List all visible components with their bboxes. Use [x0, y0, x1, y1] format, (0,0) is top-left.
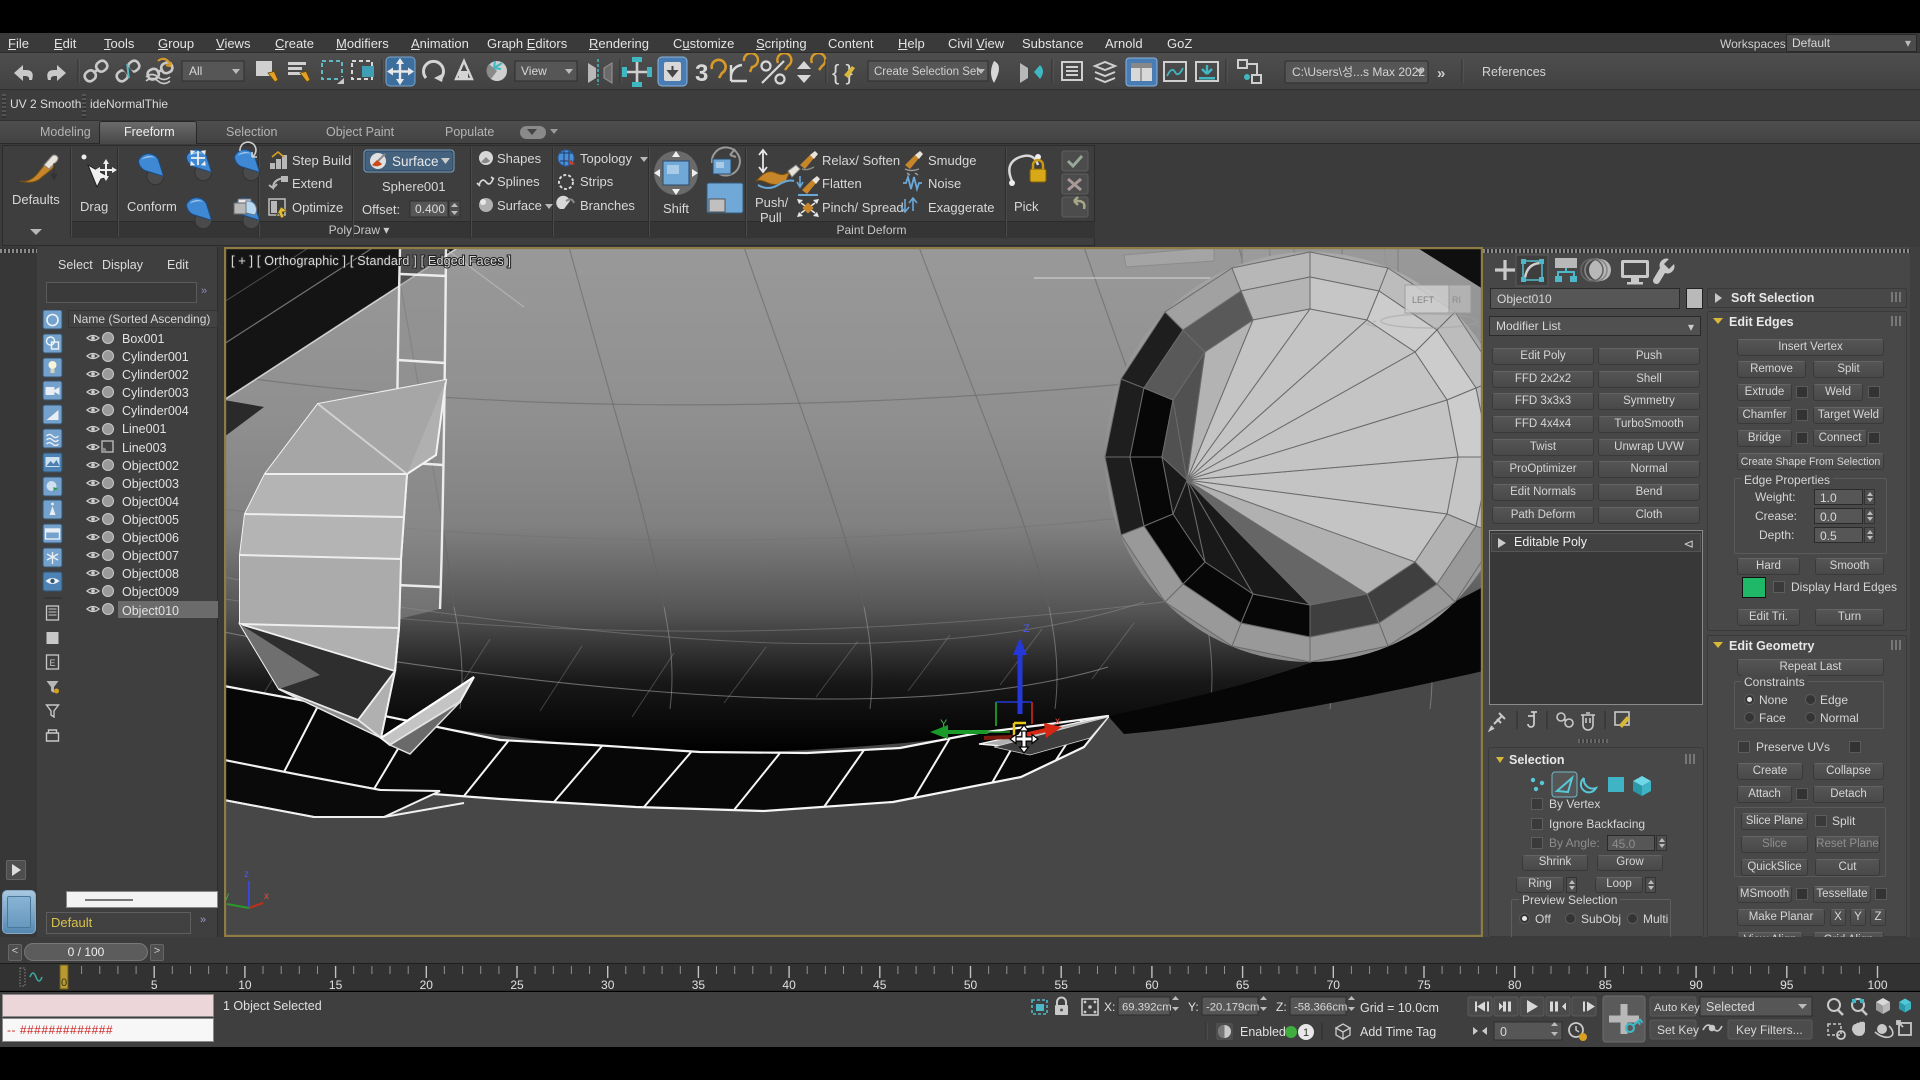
svg-text:E: E — [50, 658, 56, 668]
svg-text:Cylinder002: Cylinder002 — [122, 368, 189, 382]
svg-text:Z: Z — [1023, 623, 1030, 635]
svg-text:z: z — [244, 869, 249, 880]
svg-text:Line003: Line003 — [122, 441, 167, 455]
svg-text:Drag: Drag — [80, 199, 108, 214]
svg-text:Box001: Box001 — [122, 332, 164, 346]
svg-text:Defaults: Defaults — [12, 192, 60, 207]
svg-text:Object002: Object002 — [122, 459, 179, 473]
svg-text:10: 10 — [238, 978, 252, 992]
svg-text:Add Time Tag: Add Time Tag — [1360, 1025, 1436, 1039]
svg-text:Y:: Y: — [1188, 1000, 1199, 1014]
svg-text:0.400: 0.400 — [415, 202, 445, 216]
svg-text:Object006: Object006 — [122, 531, 179, 545]
svg-text:Topology: Topology — [580, 151, 633, 166]
svg-text:Push/: Push/ — [755, 195, 789, 210]
svg-text:Line001: Line001 — [122, 422, 167, 436]
svg-text:100: 100 — [1867, 978, 1887, 992]
svg-text:Exaggerate: Exaggerate — [928, 200, 995, 215]
svg-text:-20.179cm: -20.179cm — [1206, 1002, 1259, 1014]
svg-text:30: 30 — [601, 978, 615, 992]
svg-text:Object005: Object005 — [122, 513, 179, 527]
svg-text:»: » — [1437, 65, 1445, 82]
svg-text:75: 75 — [1417, 978, 1431, 992]
svg-text:Pull: Pull — [760, 210, 782, 225]
svg-text:Extend: Extend — [292, 176, 332, 191]
svg-text:80: 80 — [1508, 978, 1522, 992]
svg-text:References: References — [1482, 65, 1546, 79]
svg-text:Strips: Strips — [580, 174, 614, 189]
svg-text:Auto Key: Auto Key — [1654, 1002, 1700, 1014]
svg-text:0: 0 — [1500, 1025, 1507, 1039]
svg-text:55: 55 — [1055, 978, 1069, 992]
svg-text:Relax/ Soften: Relax/ Soften — [822, 153, 900, 168]
svg-text:Selected: Selected — [1706, 1000, 1755, 1014]
svg-text:Step Build: Step Build — [292, 153, 351, 168]
svg-text:Object010: Object010 — [122, 604, 179, 618]
svg-text:-58.366cm: -58.366cm — [1294, 1002, 1347, 1014]
svg-text:X:: X: — [1104, 1000, 1115, 1014]
svg-text:Branches: Branches — [580, 198, 635, 213]
svg-text:5: 5 — [151, 978, 158, 992]
svg-text:60: 60 — [1145, 978, 1159, 992]
svg-text:69.392cm: 69.392cm — [1122, 1002, 1172, 1014]
svg-text:1: 1 — [1303, 1027, 1309, 1039]
svg-text:Shapes: Shapes — [497, 151, 542, 166]
svg-text:Surface: Surface — [497, 198, 542, 213]
svg-text:90: 90 — [1689, 978, 1703, 992]
svg-text:95: 95 — [1780, 978, 1794, 992]
svg-text:40: 40 — [782, 978, 796, 992]
svg-text:Flatten: Flatten — [822, 176, 862, 191]
svg-text:15: 15 — [329, 978, 343, 992]
svg-text:View: View — [521, 64, 547, 78]
svg-text:Shift: Shift — [663, 201, 689, 216]
svg-text:C:\Users\성...s Max 2022: C:\Users\성...s Max 2022 — [1292, 65, 1425, 79]
svg-text:LEFT: LEFT — [1412, 295, 1435, 305]
svg-text:Object004: Object004 — [122, 495, 179, 509]
svg-text:Offset:: Offset: — [362, 202, 400, 217]
svg-text:50: 50 — [964, 978, 978, 992]
svg-text:Cylinder001: Cylinder001 — [122, 350, 189, 364]
svg-text:Cylinder004: Cylinder004 — [122, 404, 189, 418]
svg-text:x: x — [1055, 716, 1060, 727]
svg-text:Surface: Surface — [392, 154, 439, 169]
svg-text:Cylinder003: Cylinder003 — [122, 386, 189, 400]
svg-text:70: 70 — [1327, 978, 1341, 992]
svg-text:Noise: Noise — [928, 176, 961, 191]
svg-text:85: 85 — [1599, 978, 1613, 992]
svg-text:Optimize: Optimize — [292, 200, 343, 215]
svg-text:20: 20 — [420, 978, 434, 992]
svg-text:Conform: Conform — [127, 199, 177, 214]
svg-text:25: 25 — [510, 978, 524, 992]
svg-text:0: 0 — [61, 977, 67, 989]
svg-text:x: x — [264, 891, 269, 902]
svg-text:45: 45 — [873, 978, 887, 992]
svg-text:35: 35 — [692, 978, 706, 992]
svg-text:Key Filters...: Key Filters... — [1736, 1023, 1803, 1037]
svg-text:Enabled:: Enabled: — [1240, 1025, 1289, 1039]
svg-text:Pinch/ Spread: Pinch/ Spread — [822, 200, 904, 215]
svg-text:RI: RI — [1452, 295, 1461, 305]
svg-text:Splines: Splines — [497, 174, 540, 189]
svg-text:Smudge: Smudge — [928, 153, 976, 168]
svg-text:Create Selection Set: Create Selection Set — [874, 66, 980, 78]
svg-text:Set Key: Set Key — [1657, 1023, 1699, 1037]
svg-text:Z:: Z: — [1276, 1000, 1287, 1014]
svg-text:[ + ] [ Orthographic ] [ Stand: [ + ] [ Orthographic ] [ Standard ] [ Ed… — [231, 254, 511, 268]
svg-text:65: 65 — [1236, 978, 1250, 992]
svg-text:Grid = 10.0cm: Grid = 10.0cm — [1360, 1001, 1439, 1015]
svg-text:Y: Y — [940, 718, 948, 730]
svg-text:Object007: Object007 — [122, 549, 179, 563]
svg-text:3: 3 — [695, 60, 708, 87]
svg-text:Object008: Object008 — [122, 567, 179, 581]
svg-text:Pick: Pick — [1014, 199, 1039, 214]
svg-text:Sphere001: Sphere001 — [382, 179, 446, 194]
svg-text:All: All — [189, 64, 202, 78]
svg-text:Object009: Object009 — [122, 585, 179, 599]
svg-text:Object003: Object003 — [122, 477, 179, 491]
